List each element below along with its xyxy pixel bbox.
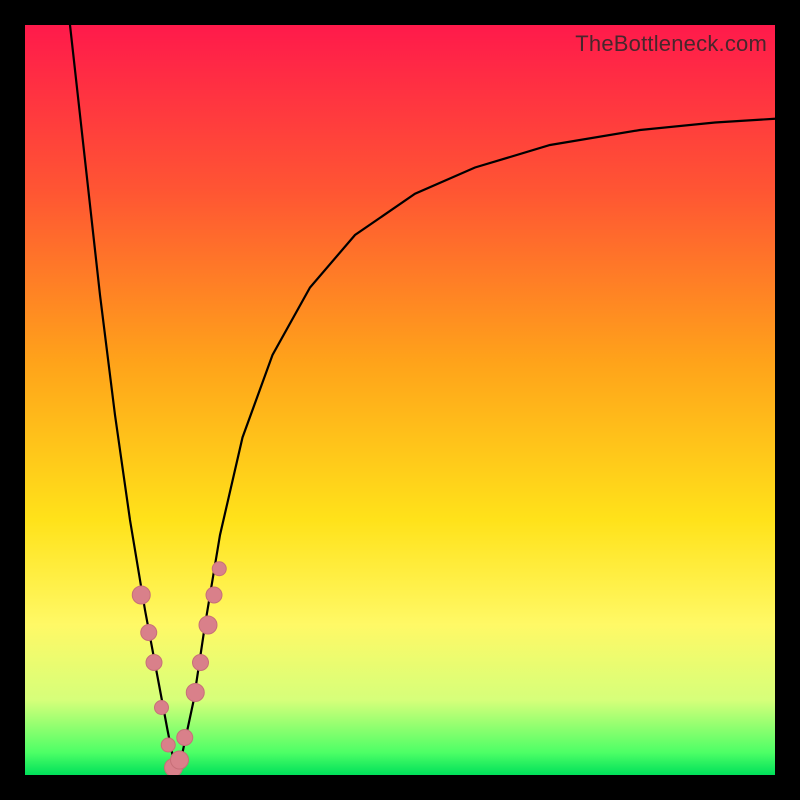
data-marker — [177, 730, 193, 746]
data-marker — [141, 625, 157, 641]
data-marker — [155, 701, 169, 715]
plot-area: TheBottleneck.com — [25, 25, 775, 775]
curve-layer — [25, 25, 775, 775]
watermark-text: TheBottleneck.com — [575, 31, 767, 57]
data-marker — [186, 684, 204, 702]
data-marker — [171, 751, 189, 769]
data-marker — [132, 586, 150, 604]
data-marker — [212, 562, 226, 576]
bottleneck-curve — [70, 25, 775, 768]
data-marker — [206, 587, 222, 603]
chart-frame: TheBottleneck.com — [0, 0, 800, 800]
data-marker — [161, 738, 175, 752]
data-marker — [199, 616, 217, 634]
data-marker — [146, 655, 162, 671]
data-marker — [193, 655, 209, 671]
marker-cluster — [132, 562, 226, 775]
